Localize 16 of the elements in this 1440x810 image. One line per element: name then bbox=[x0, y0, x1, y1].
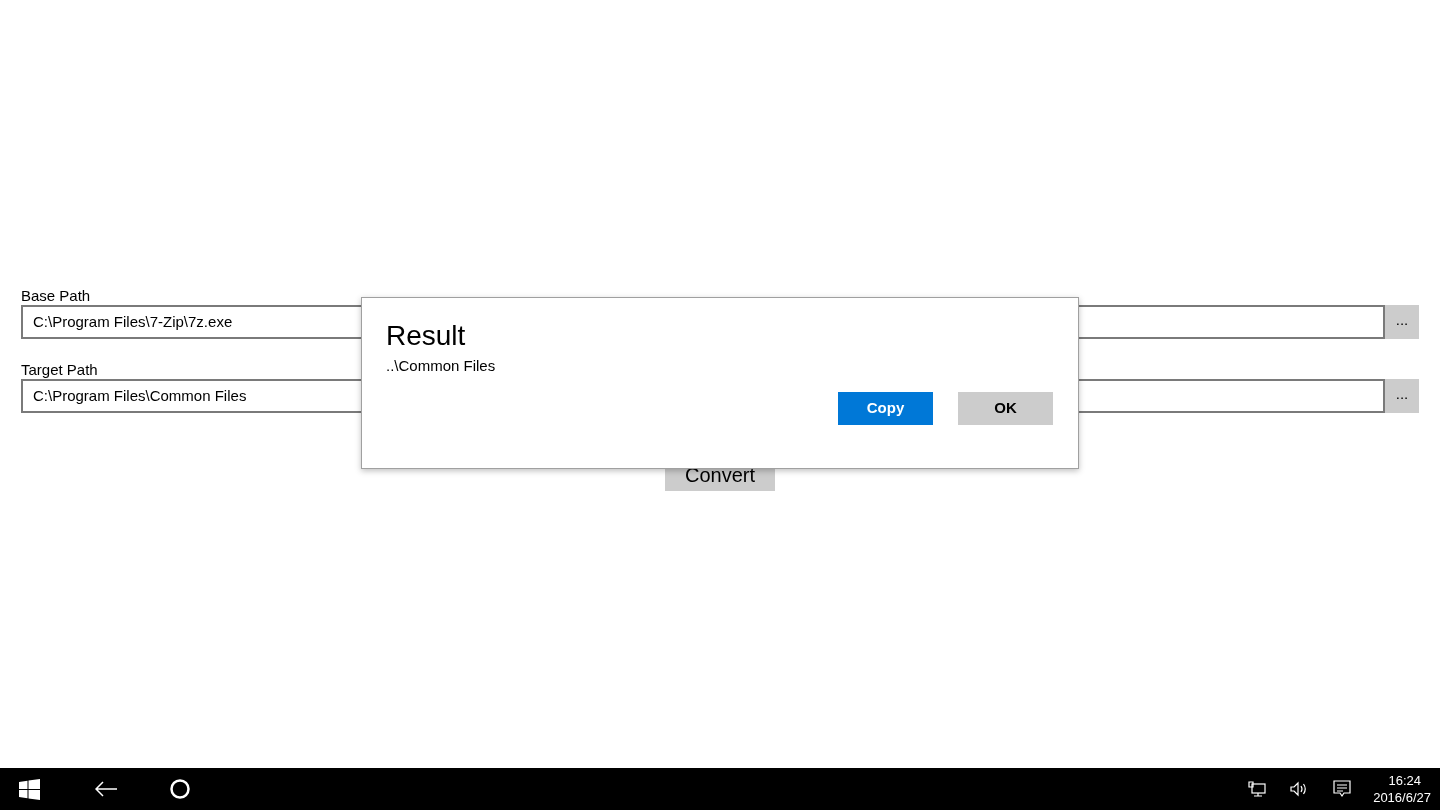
field-label: Base Path bbox=[21, 287, 91, 305]
circle-icon[interactable] bbox=[170, 779, 190, 799]
browse-button[interactable]: ... bbox=[1385, 379, 1419, 413]
speaker-icon[interactable] bbox=[1290, 781, 1309, 797]
windows-logo-icon[interactable] bbox=[19, 778, 40, 800]
back-icon[interactable] bbox=[95, 781, 117, 797]
dialog-button[interactable]: OK bbox=[958, 392, 1053, 425]
browse-button[interactable]: ... bbox=[1385, 305, 1419, 339]
dialog-button[interactable]: Copy bbox=[838, 392, 933, 425]
clock-time[interactable]: 16:24 bbox=[1388, 772, 1431, 789]
dialog-message: ..\Common Files bbox=[386, 356, 497, 376]
dialog-title: Result bbox=[386, 319, 467, 353]
field-label: Target Path bbox=[21, 361, 98, 379]
clock-date[interactable]: 2016/6/27 bbox=[1373, 789, 1431, 806]
network-icon[interactable] bbox=[1248, 781, 1267, 797]
notification-icon[interactable] bbox=[1333, 780, 1352, 798]
